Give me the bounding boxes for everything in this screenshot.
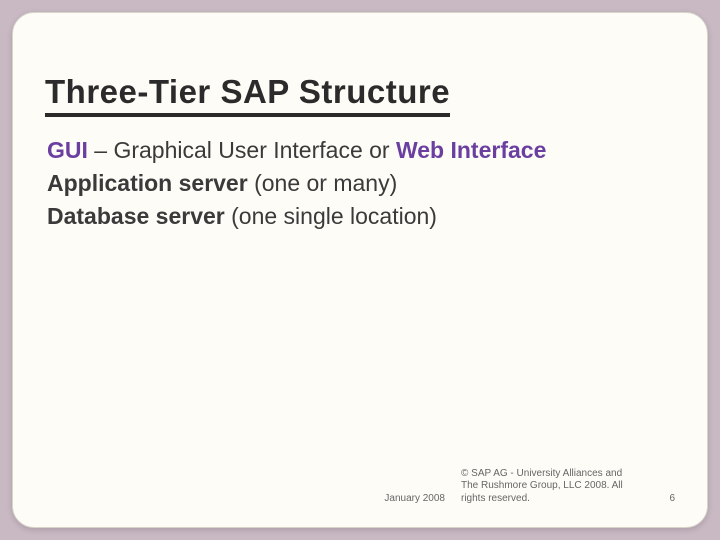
bullet-item: Application server (one or many)	[45, 168, 675, 199]
bullet-text: GUI – Graphical User Interface or Web In…	[47, 135, 675, 166]
bullet-text: Database server (one single location)	[47, 201, 675, 232]
slide-footer: January 2008 © SAP AG - University Allia…	[45, 468, 675, 506]
term-application-server: Application server	[47, 170, 248, 196]
text-segment: (one single location)	[225, 203, 437, 229]
slide-panel: Three-Tier SAP Structure GUI – Graphical…	[12, 12, 708, 528]
text-segment: – Graphical User Interface or	[88, 137, 396, 163]
term-database-server: Database server	[47, 203, 225, 229]
bullet-item: GUI – Graphical User Interface or Web In…	[45, 135, 675, 166]
term-web-interface: Web Interface	[396, 137, 546, 163]
bullet-text: Application server (one or many)	[47, 168, 675, 199]
bullet-item: Database server (one single location)	[45, 201, 675, 232]
term-gui: GUI	[47, 137, 88, 163]
footer-page-number: 6	[661, 493, 675, 506]
slide-background: Three-Tier SAP Structure GUI – Graphical…	[0, 0, 720, 540]
footer-copyright: © SAP AG - University Alliances and The …	[461, 468, 631, 506]
text-segment: (one or many)	[248, 170, 398, 196]
slide-body: GUI – Graphical User Interface or Web In…	[45, 135, 675, 232]
slide-title: Three-Tier SAP Structure	[45, 73, 450, 117]
footer-date: January 2008	[384, 493, 445, 506]
